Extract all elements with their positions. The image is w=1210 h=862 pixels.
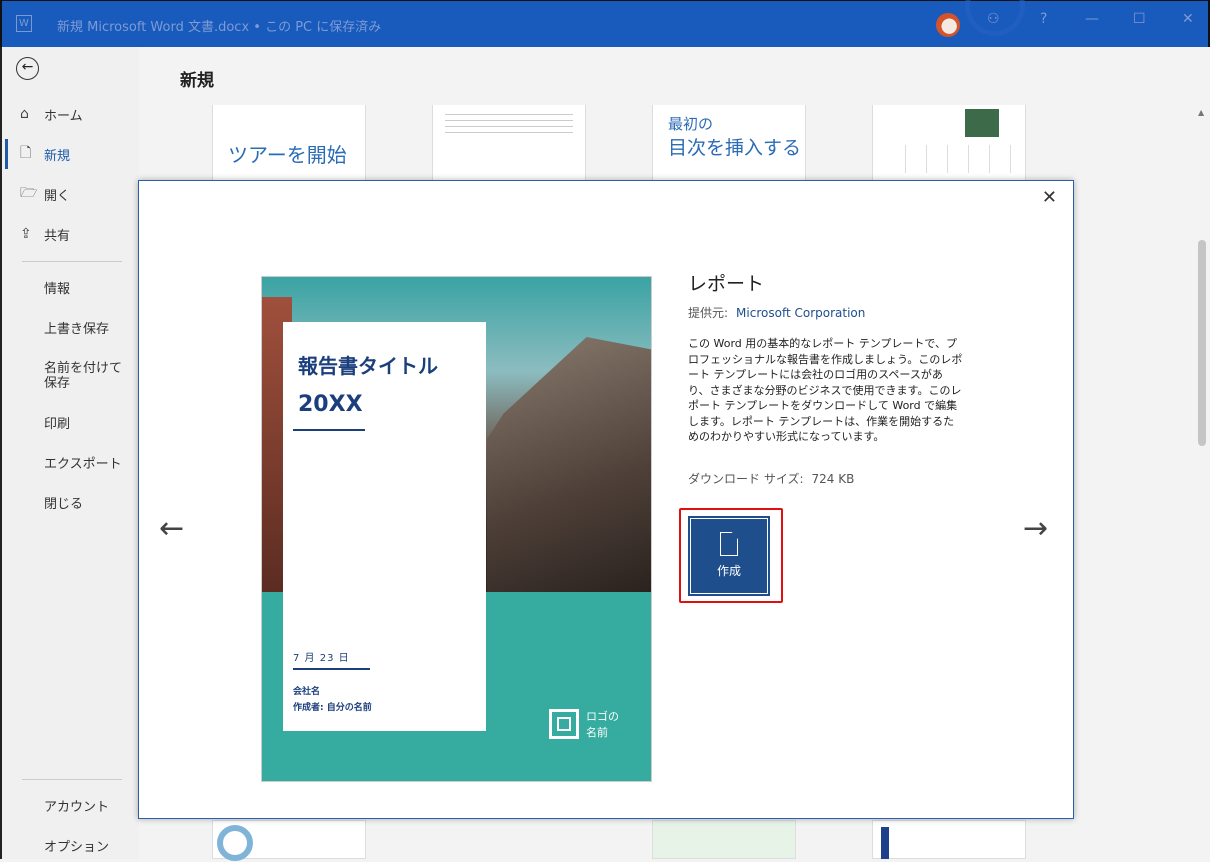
- divider: [293, 429, 365, 431]
- folder-icon: 🗁: [20, 185, 38, 201]
- template-calendar[interactable]: [872, 105, 1026, 181]
- cover-author: 作成者: 自分の名前: [293, 703, 372, 713]
- page-title: 新規: [180, 71, 214, 91]
- template-description: この Word 用の基本的なレポート テンプレートで、プロフェッショナルな報告書…: [688, 337, 963, 443]
- home-icon: ⌂: [20, 106, 29, 122]
- user-avatar[interactable]: [936, 13, 960, 37]
- cover-year: 20XX: [298, 392, 363, 417]
- logo-icon: [549, 709, 579, 739]
- sidebar-item-print[interactable]: 印刷: [2, 409, 139, 439]
- divider: [293, 668, 370, 670]
- sidebar-item-close[interactable]: 閉じる: [2, 489, 139, 519]
- sidebar-item-label: ホーム: [44, 108, 83, 124]
- divider: [22, 261, 122, 262]
- provider: 提供元: Microsoft Corporation: [688, 304, 968, 321]
- create-label: 作成: [716, 564, 741, 578]
- template-preview: [881, 827, 889, 859]
- provider-link[interactable]: Microsoft Corporation: [736, 306, 865, 320]
- sidebar-item-open[interactable]: 🗁 開く: [2, 179, 139, 209]
- help-button[interactable]: ?: [1040, 11, 1047, 27]
- download-size: ダウンロード サイズ: 724 KB: [688, 471, 855, 486]
- maximize-button[interactable]: ☐: [1133, 11, 1146, 27]
- cover-title: 報告書タイトル: [298, 354, 438, 378]
- minimize-button[interactable]: —: [1085, 11, 1099, 27]
- sidebar-item-options[interactable]: オプション: [2, 832, 139, 862]
- sidebar-item-new[interactable]: 🗋 新規: [2, 139, 139, 169]
- sidebar-item-export[interactable]: エクスポート: [2, 449, 139, 479]
- cover-company: 会社名: [293, 687, 321, 697]
- close-window-button[interactable]: ✕: [1182, 11, 1194, 27]
- previous-template-arrow-icon[interactable]: ←: [159, 511, 184, 546]
- template-thumb[interactable]: [652, 820, 796, 859]
- sidebar-item-label: 共有: [44, 228, 71, 244]
- sidebar-item-save-as[interactable]: 名前を付けて保存: [2, 354, 127, 398]
- template-name: レポート: [688, 273, 765, 295]
- title-bar: W 新規 Microsoft Word 文書.docx • この PC に保存済…: [0, 0, 1210, 47]
- template-tour[interactable]: ツアーを開始: [212, 105, 366, 181]
- create-button[interactable]: 作成: [688, 516, 770, 596]
- sidebar-item-home[interactable]: ⌂ ホーム: [2, 99, 139, 129]
- template-blank-lines[interactable]: [432, 105, 586, 181]
- template-preview-image: 報告書タイトル 20XX 7 月 23 日 会社名 作成者: 自分の名前 ロゴの…: [261, 276, 652, 782]
- cover-date: 7 月 23 日: [293, 653, 350, 664]
- sidebar-item-account[interactable]: アカウント: [2, 792, 139, 822]
- template-preview: [445, 109, 573, 137]
- template-preview-dialog: ✕ ← → 報告書タイトル 20XX 7 月 23 日 会社名 作成者: 自分の…: [138, 180, 1074, 819]
- template-toc[interactable]: 最初の目次を挿入する: [652, 105, 806, 181]
- cover-card: 報告書タイトル 20XX 7 月 23 日 会社名 作成者: 自分の名前: [283, 322, 486, 731]
- backstage-sidebar: ← ⌂ ホーム 🗋 新規 🗁 開く ⇪ 共有 情報 上書き保存 名前を付けて保存 印刷 …: [0, 47, 139, 859]
- word-app-icon: W: [16, 15, 32, 32]
- scrollbar-thumb[interactable]: [1198, 240, 1206, 446]
- photo-preview: [965, 109, 999, 137]
- template-thumb[interactable]: [872, 820, 1026, 859]
- scroll-up-icon[interactable]: ▲: [1198, 108, 1204, 117]
- provider-label: 提供元:: [688, 306, 729, 320]
- coauthor-icon[interactable]: ⚇: [987, 11, 1000, 27]
- scrollbar[interactable]: ▲: [1195, 100, 1210, 859]
- new-doc-icon: 🗋: [20, 145, 32, 161]
- template-label: 最初の: [668, 115, 714, 133]
- document-title: 新規 Microsoft Word 文書.docx • この PC に保存済み: [57, 20, 382, 35]
- sidebar-item-share[interactable]: ⇪ 共有: [2, 219, 139, 249]
- next-template-arrow-icon[interactable]: →: [1023, 511, 1048, 546]
- close-dialog-button[interactable]: ✕: [1042, 187, 1057, 208]
- template-label: 目次を挿入する: [668, 137, 802, 159]
- template-thumb[interactable]: [212, 820, 366, 861]
- back-button[interactable]: ←: [16, 57, 39, 80]
- template-label: ツアーを開始: [228, 143, 347, 167]
- sidebar-item-save[interactable]: 上書き保存: [2, 314, 139, 344]
- share-icon: ⇪: [20, 226, 32, 242]
- sidebar-item-label: 新規: [44, 148, 71, 164]
- logo-text: ロゴの 名前: [586, 710, 619, 739]
- divider: [22, 779, 122, 780]
- template-preview: [217, 825, 253, 861]
- template-info: レポート 提供元: Microsoft Corporation この Word 用…: [688, 269, 968, 487]
- document-icon: [720, 532, 738, 556]
- sidebar-item-label: 開く: [44, 188, 71, 204]
- calendar-preview: [885, 145, 1013, 173]
- sidebar-item-info[interactable]: 情報: [2, 274, 139, 304]
